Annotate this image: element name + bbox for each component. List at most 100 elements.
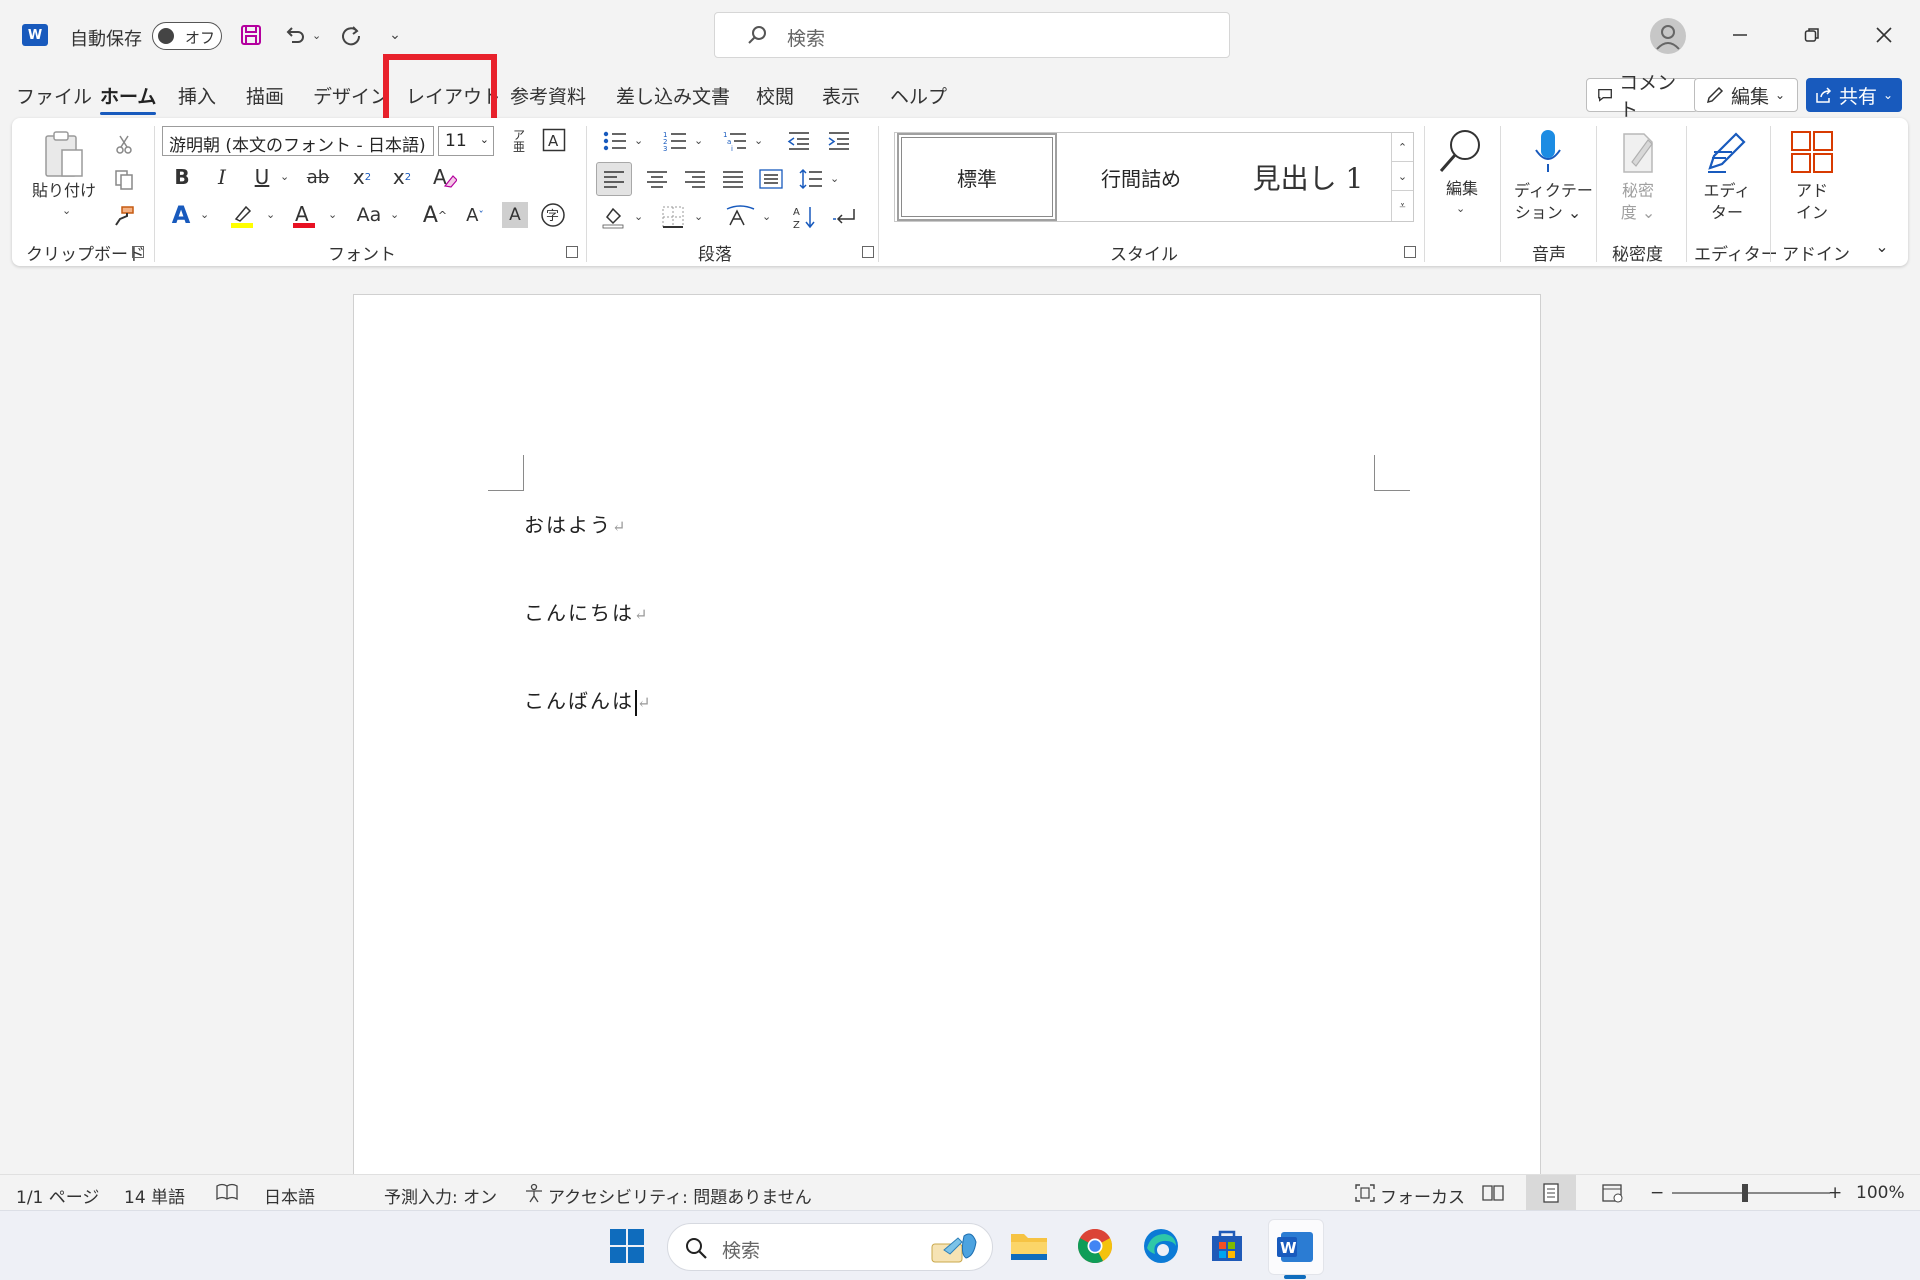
tab-design[interactable]: デザイン xyxy=(313,82,389,109)
align-left-icon[interactable] xyxy=(596,162,632,196)
editor-label[interactable]: エディ ター xyxy=(1702,180,1752,224)
edge-icon[interactable] xyxy=(1140,1225,1182,1267)
clear-formatting-icon[interactable]: A xyxy=(428,162,460,192)
close-icon[interactable] xyxy=(1864,18,1904,52)
character-shading-icon[interactable]: A xyxy=(502,202,528,228)
increase-indent-icon[interactable] xyxy=(824,126,854,156)
text-prediction[interactable]: 予測入力: オン xyxy=(384,1183,497,1208)
highlight-color-icon[interactable] xyxy=(226,200,258,230)
format-painter-icon[interactable] xyxy=(110,202,138,230)
font-color-icon[interactable]: A xyxy=(288,200,320,230)
account-avatar-icon[interactable] xyxy=(1650,18,1686,54)
shrink-font-icon[interactable]: Aˇ xyxy=(460,200,490,230)
taskbar-search[interactable]: 検索 xyxy=(667,1223,993,1271)
style-heading-1[interactable]: 見出し 1 xyxy=(1225,133,1391,221)
document-page[interactable]: おはよう↵ こんにちは↵ こんばんは ↵ xyxy=(353,294,1541,1194)
tab-review[interactable]: 校閲 xyxy=(756,82,794,109)
paste-dropdown-icon[interactable]: ⌄ xyxy=(62,204,71,217)
cut-icon[interactable] xyxy=(110,130,138,158)
decrease-indent-icon[interactable] xyxy=(784,126,814,156)
asian-layout-dropdown-icon[interactable]: ⌄ xyxy=(762,210,771,223)
restore-icon[interactable] xyxy=(1792,18,1832,52)
undo-icon[interactable] xyxy=(282,22,308,48)
zoom-slider[interactable] xyxy=(1672,1192,1830,1194)
sort-icon[interactable]: AZ xyxy=(790,202,820,232)
tab-references[interactable]: 参考資料 xyxy=(510,82,586,109)
gallery-more-icon[interactable]: ⩡ xyxy=(1392,191,1413,220)
zoom-slider-thumb[interactable] xyxy=(1742,1184,1748,1202)
proofing-icon[interactable] xyxy=(216,1183,238,1206)
bold-button[interactable]: B xyxy=(168,162,196,192)
customize-qat-icon[interactable]: ⌄ xyxy=(382,22,408,48)
comment-button[interactable]: コメント xyxy=(1586,72,1698,121)
paragraph-3[interactable]: こんばんは ↵ xyxy=(524,685,652,716)
tab-view[interactable]: 表示 xyxy=(822,82,860,109)
clipboard-launcher-icon[interactable] xyxy=(132,246,144,258)
tab-home[interactable]: ホーム xyxy=(100,82,157,115)
font-launcher-icon[interactable] xyxy=(566,246,578,258)
borders-dropdown-icon[interactable]: ⌄ xyxy=(694,210,703,223)
character-border-icon[interactable]: A xyxy=(540,126,568,154)
borders-icon[interactable] xyxy=(658,202,688,232)
enclose-characters-icon[interactable]: 字 xyxy=(538,200,568,230)
italic-button[interactable]: I xyxy=(208,162,236,192)
autosave-toggle[interactable]: オフ xyxy=(152,22,222,50)
numbering-dropdown-icon[interactable]: ⌄ xyxy=(694,134,703,147)
strikethrough-button[interactable]: ab xyxy=(302,162,334,192)
tab-help[interactable]: ヘルプ xyxy=(890,82,947,109)
redo-icon[interactable] xyxy=(338,22,364,48)
addins-label[interactable]: アド イン xyxy=(1786,180,1838,224)
show-formatting-icon[interactable] xyxy=(830,202,860,232)
shading-dropdown-icon[interactable]: ⌄ xyxy=(634,210,643,223)
multilevel-dropdown-icon[interactable]: ⌄ xyxy=(754,134,763,147)
dictate-label[interactable]: ディクテー ション ⌄ xyxy=(1514,180,1593,224)
word-taskbar-icon[interactable]: W xyxy=(1268,1219,1324,1275)
bullets-icon[interactable] xyxy=(600,126,630,156)
save-icon[interactable] xyxy=(238,22,264,48)
align-right-icon[interactable] xyxy=(678,162,712,196)
editor-pen-icon[interactable] xyxy=(1702,126,1750,178)
text-effects-icon[interactable]: A xyxy=(166,200,196,230)
chrome-icon[interactable] xyxy=(1074,1225,1116,1267)
numbering-icon[interactable]: 123 xyxy=(660,126,690,156)
focus-label[interactable]: フォーカス xyxy=(1380,1183,1465,1208)
accessibility-status[interactable]: アクセシビリティ: 問題ありません xyxy=(548,1183,812,1208)
read-mode-icon[interactable] xyxy=(1482,1183,1504,1208)
editing-dropdown-icon[interactable]: ⌄ xyxy=(1456,202,1465,215)
multilevel-list-icon[interactable]: 1ai xyxy=(720,126,750,156)
sensitivity-icon[interactable] xyxy=(1616,126,1660,178)
phonetic-guide-icon[interactable]: ア亜 xyxy=(506,126,532,156)
highlight-dropdown-icon[interactable]: ⌄ xyxy=(266,208,275,221)
line-spacing-dropdown-icon[interactable]: ⌄ xyxy=(830,172,839,185)
windows-start-icon[interactable] xyxy=(606,1225,648,1267)
styles-launcher-icon[interactable] xyxy=(1404,246,1416,258)
minimize-icon[interactable] xyxy=(1720,18,1760,52)
copy-icon[interactable] xyxy=(110,166,138,194)
justify-icon[interactable] xyxy=(716,162,750,196)
focus-icon[interactable] xyxy=(1354,1183,1376,1208)
grow-font-icon[interactable]: A ^ xyxy=(420,200,450,230)
paragraph-1[interactable]: おはよう↵ xyxy=(524,509,627,538)
underline-button[interactable]: U xyxy=(248,162,276,192)
zoom-level[interactable]: 100% xyxy=(1856,1183,1905,1203)
bullets-dropdown-icon[interactable]: ⌄ xyxy=(634,134,643,147)
microsoft-store-icon[interactable] xyxy=(1206,1225,1248,1267)
change-case-dropdown-icon[interactable]: ⌄ xyxy=(390,208,399,221)
undo-dropdown-icon[interactable]: ⌄ xyxy=(312,29,321,42)
search-box[interactable]: 検索 xyxy=(714,12,1230,58)
web-layout-icon[interactable] xyxy=(1602,1183,1624,1208)
gallery-down-icon[interactable]: ⌄ xyxy=(1392,162,1413,191)
font-color-dropdown-icon[interactable]: ⌄ xyxy=(328,208,337,221)
word-count[interactable]: 14 単語 xyxy=(124,1183,185,1208)
paste-icon[interactable] xyxy=(42,130,86,182)
tab-mailings[interactable]: 差し込み文書 xyxy=(616,82,730,109)
zoom-out-icon[interactable]: − xyxy=(1650,1183,1664,1203)
asian-layout-icon[interactable] xyxy=(724,202,758,232)
underline-dropdown-icon[interactable]: ⌄ xyxy=(280,170,289,183)
microphone-icon[interactable] xyxy=(1526,126,1570,178)
shading-icon[interactable] xyxy=(598,202,628,232)
share-button[interactable]: 共有 ⌄ xyxy=(1806,78,1902,112)
print-layout-icon[interactable] xyxy=(1526,1175,1576,1211)
tab-insert[interactable]: 挿入 xyxy=(178,82,216,109)
language[interactable]: 日本語 xyxy=(264,1183,315,1208)
